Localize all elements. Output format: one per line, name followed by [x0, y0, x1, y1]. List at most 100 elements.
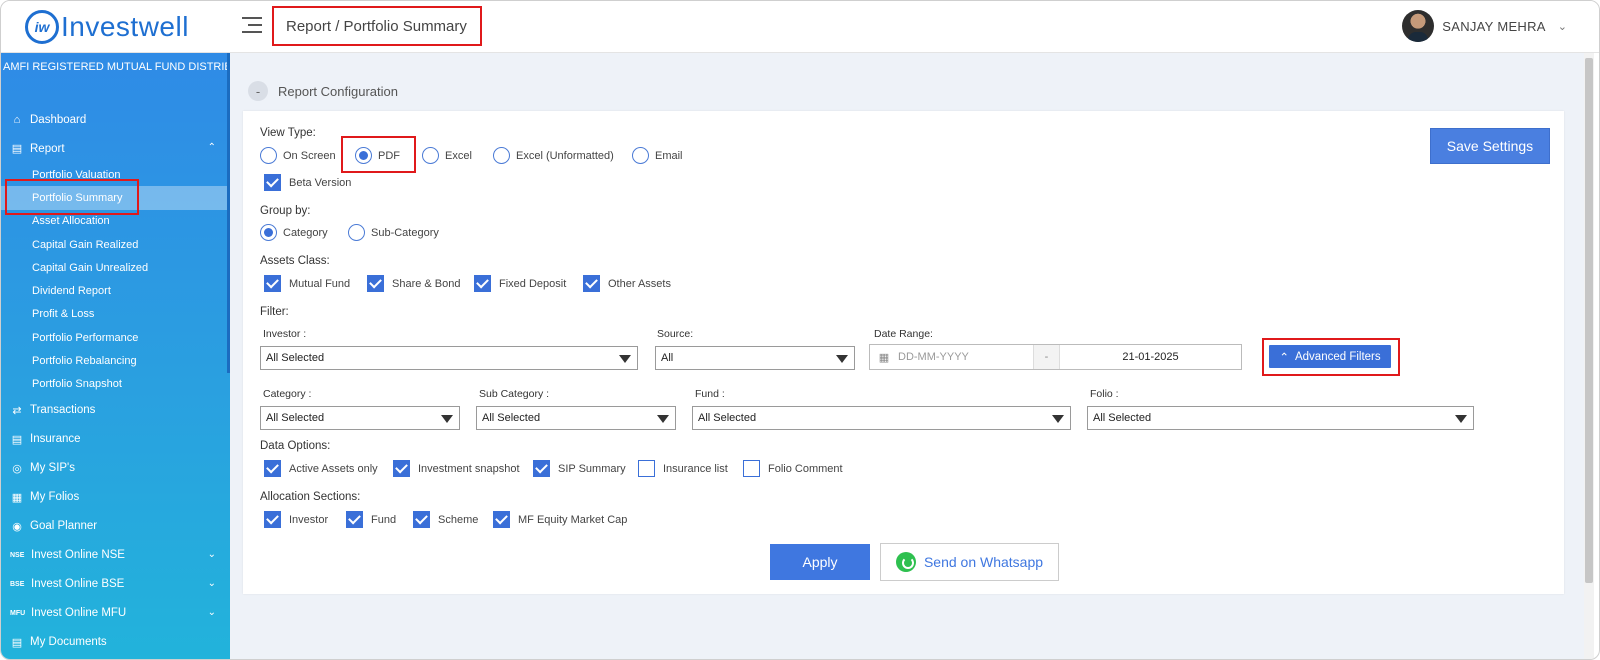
calendar-icon[interactable]: ▦ — [870, 351, 898, 364]
sidebar-subitem-portfolio-snapshot[interactable]: Portfolio Snapshot — [1, 373, 230, 396]
breadcrumb: Report / Portfolio Summary — [272, 6, 482, 46]
option-label: Excel — [445, 149, 472, 162]
sidebar-item-transactions[interactable]: ⇄ Transactions — [1, 396, 230, 425]
view-type-email[interactable]: Email — [632, 147, 683, 164]
sidebar-item-invest-online-nse[interactable]: NSE Invest Online NSE ⌄ — [1, 541, 230, 570]
group-by-category[interactable]: Category — [260, 224, 328, 241]
sidebar-subitem-portfolio-summary[interactable]: Portfolio Summary — [1, 186, 227, 210]
user-menu[interactable]: SANJAY MEHRA ⌄ — [1402, 9, 1567, 43]
sidebar-item-goal-planner[interactable]: ◉ Goal Planner — [1, 512, 230, 541]
asset-mutual-fund-checkbox[interactable]: Mutual Fund — [264, 275, 350, 292]
checkbox[interactable] — [346, 511, 363, 528]
radio-button[interactable] — [260, 224, 277, 241]
send-whatsapp-button[interactable]: Send on Whatsapp — [880, 543, 1059, 581]
assets-class-label: Assets Class: — [260, 255, 330, 267]
investor-select[interactable]: All Selected — [260, 346, 638, 370]
radio-button[interactable] — [260, 147, 277, 164]
sidebar-item-dashboard[interactable]: ⌂ Dashboard — [1, 105, 230, 134]
sip-icon: ◎ — [12, 462, 22, 475]
allocation-mf-equity-checkbox[interactable]: MF Equity Market Cap — [493, 511, 627, 528]
category-select[interactable]: All Selected — [260, 406, 460, 430]
top-bar: iw Investwell Report / Portfolio Summary… — [1, 1, 1599, 53]
radio-button[interactable] — [493, 147, 510, 164]
sidebar-subitem-capital-gain-unrealized[interactable]: Capital Gain Unrealized — [1, 256, 230, 279]
checkbox[interactable] — [393, 460, 410, 477]
checkbox[interactable] — [264, 511, 281, 528]
view-type-on-screen[interactable]: On Screen — [260, 147, 336, 164]
checkbox[interactable] — [264, 275, 281, 292]
insurance-list-checkbox[interactable]: Insurance list — [638, 460, 728, 477]
radio-button[interactable] — [348, 224, 365, 241]
asset-share-bond-checkbox[interactable]: Share & Bond — [367, 275, 461, 292]
sidebar-item-invest-online-bse[interactable]: BSE Invest Online BSE ⌄ — [1, 570, 230, 599]
sidebar-subitem-portfolio-valuation[interactable]: Portfolio Valuation — [1, 163, 230, 186]
scrollbar-thumb[interactable] — [1585, 58, 1593, 583]
sidebar-item-label: Invest Online MFU — [31, 607, 127, 620]
folio-comment-checkbox[interactable]: Folio Comment — [743, 460, 843, 477]
option-label: Excel (Unformatted) — [516, 149, 614, 162]
avatar — [1402, 10, 1435, 42]
sidebar-item-my-folios[interactable]: ▦ My Folios — [1, 483, 230, 512]
checkbox[interactable] — [367, 275, 384, 292]
swap-arrows-icon: ⇄ — [12, 404, 22, 417]
allocation-investor-checkbox[interactable]: Investor — [264, 511, 328, 528]
checkbox[interactable] — [638, 460, 655, 477]
sip-summary-checkbox[interactable]: SIP Summary — [533, 460, 626, 477]
sidebar-subitem-profit-loss[interactable]: Profit & Loss — [1, 303, 230, 326]
checkbox[interactable] — [743, 460, 760, 477]
sidebar-item-my-sips[interactable]: ◎ My SIP's — [1, 454, 230, 483]
sidebar-subitem-dividend-report[interactable]: Dividend Report — [1, 279, 230, 302]
collapse-icon[interactable]: - — [248, 81, 268, 101]
date-separator: - — [1034, 345, 1060, 369]
allocation-fund-checkbox[interactable]: Fund — [346, 511, 396, 528]
radio-button[interactable] — [355, 147, 372, 164]
sidebar-subitem-portfolio-rebalancing[interactable]: Portfolio Rebalancing — [1, 349, 230, 372]
date-range-input[interactable]: ▦ DD-MM-YYYY - 21-01-2025 — [869, 344, 1242, 370]
view-type-pdf[interactable]: PDF — [355, 147, 400, 164]
category-label: Category : — [263, 388, 312, 400]
sub-category-select[interactable]: All Selected — [476, 406, 676, 430]
checkbox[interactable] — [413, 511, 430, 528]
beta-version-checkbox[interactable]: Beta Version — [264, 174, 351, 191]
checkbox[interactable] — [264, 174, 281, 191]
apply-button[interactable]: Apply — [770, 544, 870, 580]
report-config-header[interactable]: - Report Configuration — [248, 81, 398, 101]
fund-select[interactable]: All Selected — [692, 406, 1071, 430]
sidebar-subitem-capital-gain-realized[interactable]: Capital Gain Realized — [1, 233, 230, 256]
hamburger-menu-icon[interactable] — [242, 17, 262, 35]
sidebar-item-invest-online-mfu[interactable]: MFU Invest Online MFU ⌄ — [1, 599, 230, 628]
checkbox[interactable] — [264, 460, 281, 477]
date-to-field[interactable]: 21-01-2025 — [1060, 351, 1241, 363]
option-label: On Screen — [283, 149, 336, 162]
double-chevron-up-icon: ⌃ — [1279, 351, 1289, 364]
page-scrollbar[interactable] — [1584, 53, 1594, 659]
sidebar: AMFI REGISTERED MUTUAL FUND DISTRIBUTOR … — [1, 53, 230, 659]
sidebar-item-my-documents[interactable]: ▤ My Documents — [1, 628, 230, 657]
radio-button[interactable] — [632, 147, 649, 164]
view-type-excel[interactable]: Excel — [422, 147, 472, 164]
sidebar-subitem-portfolio-performance[interactable]: Portfolio Performance — [1, 326, 230, 349]
allocation-scheme-checkbox[interactable]: Scheme — [413, 511, 478, 528]
group-by-sub-category[interactable]: Sub-Category — [348, 224, 439, 241]
checkbox[interactable] — [533, 460, 550, 477]
view-type-excel-unformatted[interactable]: Excel (Unformatted) — [493, 147, 614, 164]
sidebar-subitem-asset-allocation[interactable]: Asset Allocation — [1, 210, 230, 233]
sidebar-item-report[interactable]: ▤ Report ⌃ — [1, 134, 230, 163]
active-assets-checkbox[interactable]: Active Assets only — [264, 460, 378, 477]
date-from-field[interactable]: DD-MM-YYYY — [898, 345, 1034, 369]
select-value: All Selected — [266, 412, 325, 424]
checkbox[interactable] — [493, 511, 510, 528]
asset-other-assets-checkbox[interactable]: Other Assets — [583, 275, 671, 292]
asset-fixed-deposit-checkbox[interactable]: Fixed Deposit — [474, 275, 566, 292]
advanced-filters-button[interactable]: ⌃ Advanced Filters — [1269, 345, 1391, 368]
sidebar-item-label: My SIP's — [30, 462, 76, 475]
folio-select[interactable]: All Selected — [1087, 406, 1474, 430]
checkbox[interactable] — [474, 275, 491, 292]
investment-snapshot-checkbox[interactable]: Investment snapshot — [393, 460, 520, 477]
logo[interactable]: iw Investwell — [25, 10, 189, 44]
checkbox[interactable] — [583, 275, 600, 292]
radio-button[interactable] — [422, 147, 439, 164]
save-settings-button[interactable]: Save Settings — [1430, 128, 1550, 164]
sidebar-item-insurance[interactable]: ▤ Insurance — [1, 425, 230, 454]
source-select[interactable]: All — [655, 346, 855, 370]
